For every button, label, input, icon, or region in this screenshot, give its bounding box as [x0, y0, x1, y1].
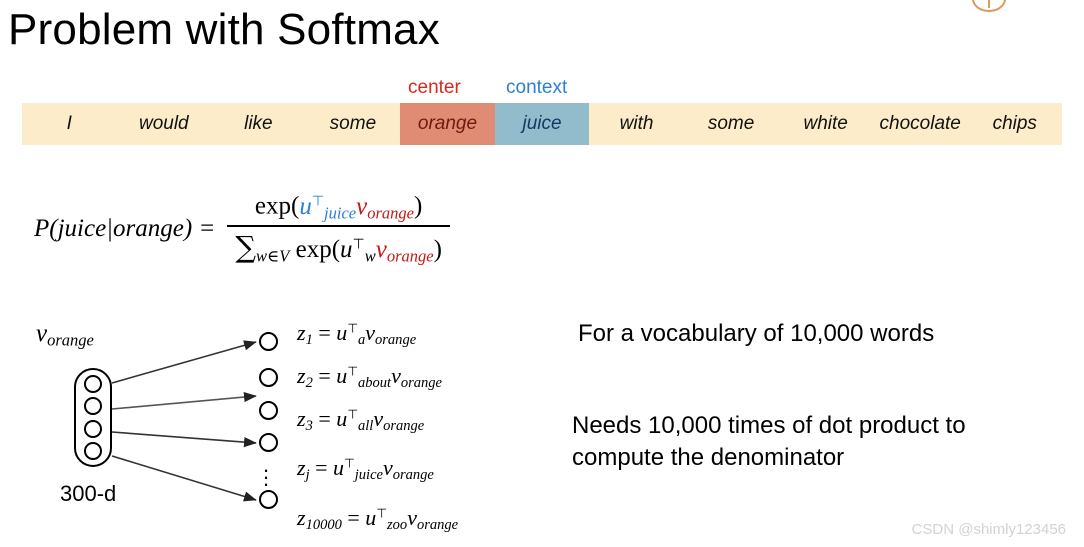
sentence-word-context: juice [494, 103, 590, 145]
sentence-strip: I would like some orange juice with some… [22, 103, 1062, 145]
output-node [259, 368, 278, 387]
v-orange-term: vorange [356, 192, 414, 223]
transpose-icon: ⊤ [344, 456, 355, 471]
formula-lhs: P(juice|orange) = [34, 215, 216, 243]
dimension-label: 300-d [60, 481, 117, 506]
v-orange-term: vorange [375, 236, 434, 266]
output-node [259, 332, 278, 351]
sentence-word: white [803, 113, 848, 134]
sentence-word: with [619, 113, 654, 134]
sentence-word: chocolate [879, 113, 961, 134]
summation-subscript: w∈V [256, 246, 290, 266]
sentence-word-center: orange [400, 103, 495, 145]
sentence-word: chips [992, 113, 1037, 134]
sentence-word: I [66, 113, 72, 134]
input-unit-circle [84, 374, 102, 393]
watermark: CSDN @shimly123456 [911, 521, 1066, 538]
transpose-icon: ⊤ [347, 364, 358, 379]
z-equation: zj = u⊤juicevorange [297, 455, 434, 484]
sentence-word: some [707, 113, 755, 134]
u-w-term: u⊤w [340, 235, 376, 266]
exp-open: exp( [254, 192, 300, 220]
probability-formula: P(juice|orange) = exp(u⊤juicevorange) ∑w… [34, 192, 450, 267]
output-node [259, 433, 278, 452]
input-unit-circle [84, 419, 102, 438]
close-paren: ) [433, 236, 442, 264]
center-label: center [408, 77, 461, 98]
vertical-ellipsis-icon: ... [263, 452, 270, 491]
output-node [259, 401, 278, 420]
input-vector-block [74, 368, 112, 467]
sentence-role-labels: center context [22, 76, 1062, 100]
output-node [259, 490, 278, 509]
z-equation: z3 = u⊤allvorange [297, 406, 425, 435]
z-equation: z2 = u⊤aboutvorange [297, 363, 442, 392]
sentence-word: would [138, 113, 189, 134]
input-vector-label: vorange [36, 320, 94, 350]
formula-fraction: exp(u⊤juicevorange) ∑w∈V exp(u⊤wvorange) [227, 192, 450, 267]
transpose-icon: ⊤ [347, 321, 358, 336]
close-paren: ) [413, 192, 423, 220]
z-equation: z1 = u⊤avorange [297, 320, 417, 349]
sentence-word: like [244, 113, 273, 134]
exp-open: exp( [295, 236, 341, 264]
z-equation: z10000 = u⊤zoovorange [297, 505, 459, 534]
transpose-icon: ⊤ [376, 506, 388, 521]
transpose-icon: ⊤ [311, 192, 325, 208]
corner-logo-icon [972, 0, 1006, 12]
formula-numerator: exp(u⊤juicevorange) [247, 192, 430, 225]
note-computation-cost: Needs 10,000 times of dot product to com… [572, 412, 966, 471]
transpose-icon: ⊤ [347, 407, 358, 422]
input-unit-circle [84, 397, 102, 416]
page-title: Problem with Softmax [8, 5, 440, 54]
transpose-icon: ⊤ [352, 235, 365, 252]
summation-icon: ∑ [235, 230, 257, 265]
u-juice-term: u⊤juice [299, 192, 357, 223]
input-unit-circle [84, 442, 102, 461]
context-label: context [506, 77, 568, 98]
formula-denominator: ∑w∈V exp(u⊤wvorange) [227, 227, 450, 267]
note-vocabulary-size: For a vocabulary of 10,000 words [578, 320, 935, 347]
sentence-word: some [329, 113, 377, 134]
